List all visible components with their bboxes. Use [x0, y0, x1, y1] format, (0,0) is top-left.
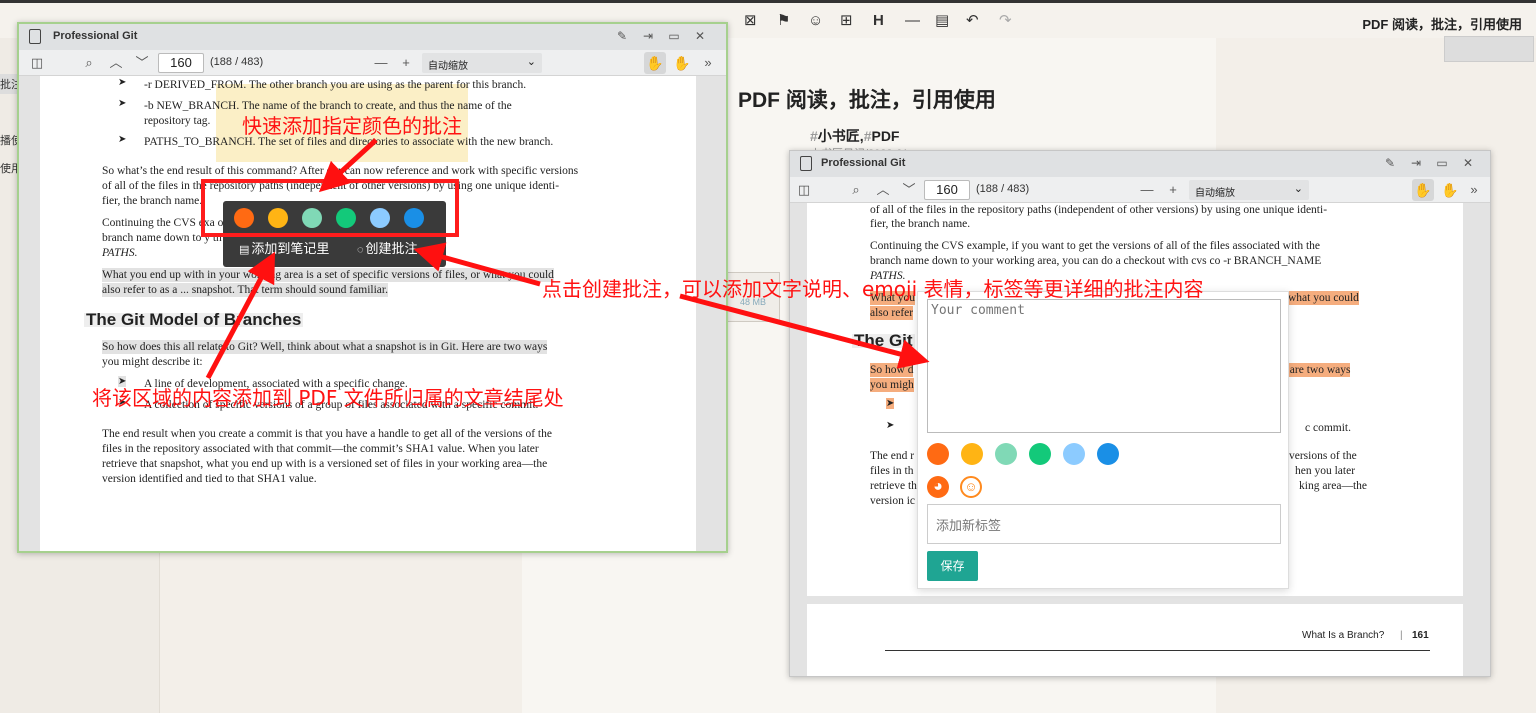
arrow-to-colors	[318, 138, 378, 193]
arrow-to-create-annotation	[413, 242, 541, 287]
arrow-to-comment-panel	[679, 293, 930, 369]
arrow-to-add-note	[205, 251, 276, 380]
annotation-arrows	[205, 138, 930, 380]
